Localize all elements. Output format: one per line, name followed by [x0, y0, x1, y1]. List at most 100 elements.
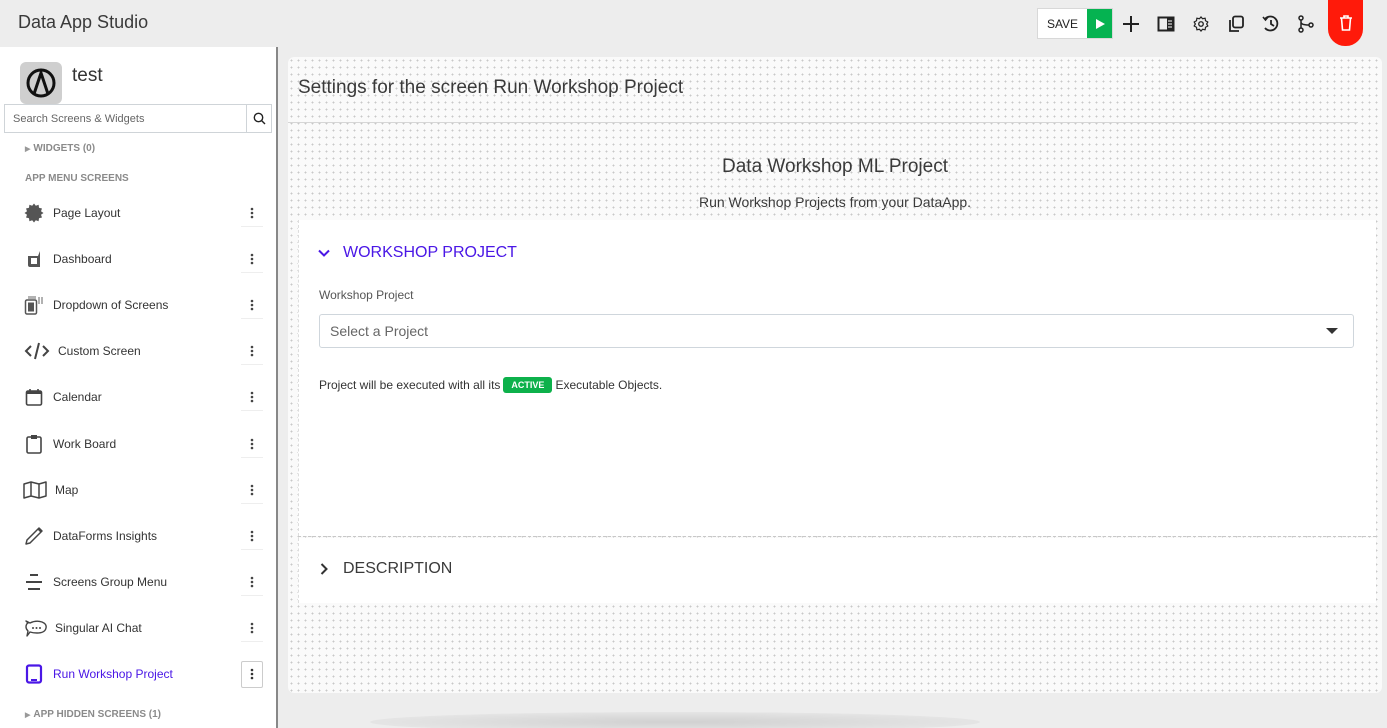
kebab-icon [250, 530, 254, 542]
project-name: test [72, 65, 103, 86]
item-menu-button[interactable] [241, 660, 263, 688]
widgets-section-toggle[interactable]: ▶ WIDGETS (0) [25, 143, 95, 154]
sidebar-item-label: Custom Screen [58, 344, 141, 359]
tablet-icon [23, 663, 45, 685]
save-button[interactable]: SAVE [1038, 9, 1087, 38]
kebab-icon [250, 392, 254, 403]
note-text-before: Project will be executed with all its [319, 378, 501, 392]
widget-title: Data Workshop ML Project [722, 156, 948, 177]
screen-list: Page Layout Dashboard Dropdown of Screen… [0, 190, 276, 697]
sidebar-item-dashboard[interactable]: Dashboard [0, 236, 276, 282]
screen-canvas: Settings for the screen Run Workshop Pro… [288, 57, 1382, 693]
item-menu-button[interactable] [241, 569, 263, 596]
search-icon [253, 112, 265, 125]
pencil-icon [23, 525, 45, 547]
run-button[interactable] [1087, 9, 1112, 38]
project-avatar [20, 62, 62, 104]
sidebar-item-label: Work Board [53, 436, 117, 451]
code-icon [24, 340, 50, 362]
history-button[interactable] [1253, 0, 1288, 47]
settings-button[interactable] [1183, 0, 1218, 47]
duplicate-button[interactable] [1218, 0, 1253, 47]
description-accordion-header[interactable]: DESCRIPTION [317, 560, 452, 578]
toggle-panel-button[interactable] [1148, 0, 1183, 47]
chat-icon [24, 617, 48, 639]
kebab-icon [250, 299, 254, 311]
workshop-project-accordion-header[interactable]: WORKSHOP PROJECT [317, 244, 517, 262]
widgets-section-label: WIDGETS (0) [33, 143, 96, 154]
sidebar-item-screens-group-menu[interactable]: Screens Group Menu [0, 559, 276, 605]
dropdown-screens-icon [23, 294, 45, 316]
copy-icon [1228, 15, 1244, 32]
chevron-down-icon [318, 249, 330, 257]
item-menu-button[interactable] [241, 384, 263, 412]
sidebar-item-calendar[interactable]: Calendar [0, 374, 276, 420]
workshop-project-label: Workshop Project [319, 288, 414, 302]
sidebar-item-work-board[interactable]: Work Board [0, 420, 276, 466]
status-badge: ACTIVE [503, 377, 553, 393]
sidebar-item-dropdown-of-screens[interactable]: Dropdown of Screens [0, 282, 276, 328]
menu-lines-icon [23, 571, 45, 593]
search-input[interactable] [5, 105, 246, 132]
panel-icon [1157, 16, 1174, 31]
branch-icon [1297, 14, 1314, 33]
sidebar-item-label: Screens Group Menu [53, 574, 168, 589]
search-box [4, 104, 272, 133]
gear-badge-icon [23, 202, 45, 224]
workshop-project-select[interactable]: Select a Project [319, 314, 1354, 348]
item-menu-button[interactable] [241, 338, 263, 366]
chevron-right-icon [320, 563, 328, 575]
kebab-icon [250, 669, 254, 680]
sidebar-item-label: Dropdown of Screens [53, 298, 169, 313]
gear-icon [1193, 15, 1208, 32]
section-title: DESCRIPTION [343, 560, 453, 577]
kebab-icon [250, 622, 254, 634]
add-button[interactable] [1113, 0, 1148, 47]
description-section: DESCRIPTION [298, 538, 1376, 603]
sidebar-item-singular-ai-chat[interactable]: Singular AI Chat [0, 605, 276, 651]
sidebar-item-map[interactable]: Map [0, 467, 276, 513]
caret-right-icon: ▶ [25, 145, 31, 153]
plus-icon [1122, 15, 1139, 32]
widget-subtitle: Run Workshop Projects from your DataApp. [698, 194, 972, 210]
item-menu-button[interactable] [241, 523, 263, 550]
sidebar-item-run-workshop-project[interactable]: Run Workshop Project [0, 651, 276, 697]
item-menu-button[interactable] [241, 292, 263, 320]
item-menu-button[interactable] [241, 477, 263, 504]
caret-right-icon: ▶ [25, 711, 31, 719]
item-menu-button[interactable] [241, 615, 263, 642]
sidebar-item-page-layout[interactable]: Page Layout [0, 190, 276, 236]
app-menu-section-label: APP MENU SCREENS [25, 173, 129, 184]
save-run-group: SAVE [1037, 8, 1113, 39]
play-icon [1095, 18, 1105, 29]
trash-icon [1339, 15, 1352, 31]
sidebar: test ▶ WIDGETS (0) APP MENU SCREENS Page… [0, 47, 278, 728]
sidebar-item-label: Run Workshop Project [53, 666, 173, 681]
item-menu-button[interactable] [241, 200, 263, 228]
sidebar-item-label: Page Layout [53, 206, 121, 221]
sidebar-item-label: Dashboard [53, 252, 112, 267]
top-bar: Data App Studio SAVE [0, 0, 1387, 47]
branch-button[interactable] [1288, 0, 1323, 47]
kebab-icon [250, 346, 254, 357]
delete-button[interactable] [1328, 0, 1363, 46]
item-menu-button[interactable] [241, 246, 263, 274]
dashboard-icon [23, 248, 45, 270]
sidebar-item-dataforms-insights[interactable]: DataForms Insights [0, 513, 276, 559]
workshop-project-section: WORKSHOP PROJECT Workshop Project Select… [298, 220, 1376, 536]
settings-title: Settings for the screen Run Workshop Pro… [298, 77, 684, 98]
sidebar-item-custom-screen[interactable]: Custom Screen [0, 328, 276, 374]
clipboard-icon [23, 433, 45, 455]
project-logo-icon [26, 68, 56, 98]
select-placeholder: Select a Project [330, 323, 429, 339]
note-text-after: Executable Objects. [555, 378, 663, 392]
search-button[interactable] [246, 105, 271, 132]
item-menu-button[interactable] [241, 431, 263, 458]
sidebar-item-label: Calendar [53, 390, 102, 405]
hidden-screens-label: APP HIDDEN SCREENS (1) [33, 709, 162, 720]
app-title: Data App Studio [18, 12, 149, 32]
caret-down-icon [1326, 328, 1338, 334]
hidden-screens-section-toggle[interactable]: ▶ APP HIDDEN SCREENS (1) [25, 709, 161, 720]
divider [288, 122, 1358, 123]
map-icon [23, 479, 47, 501]
